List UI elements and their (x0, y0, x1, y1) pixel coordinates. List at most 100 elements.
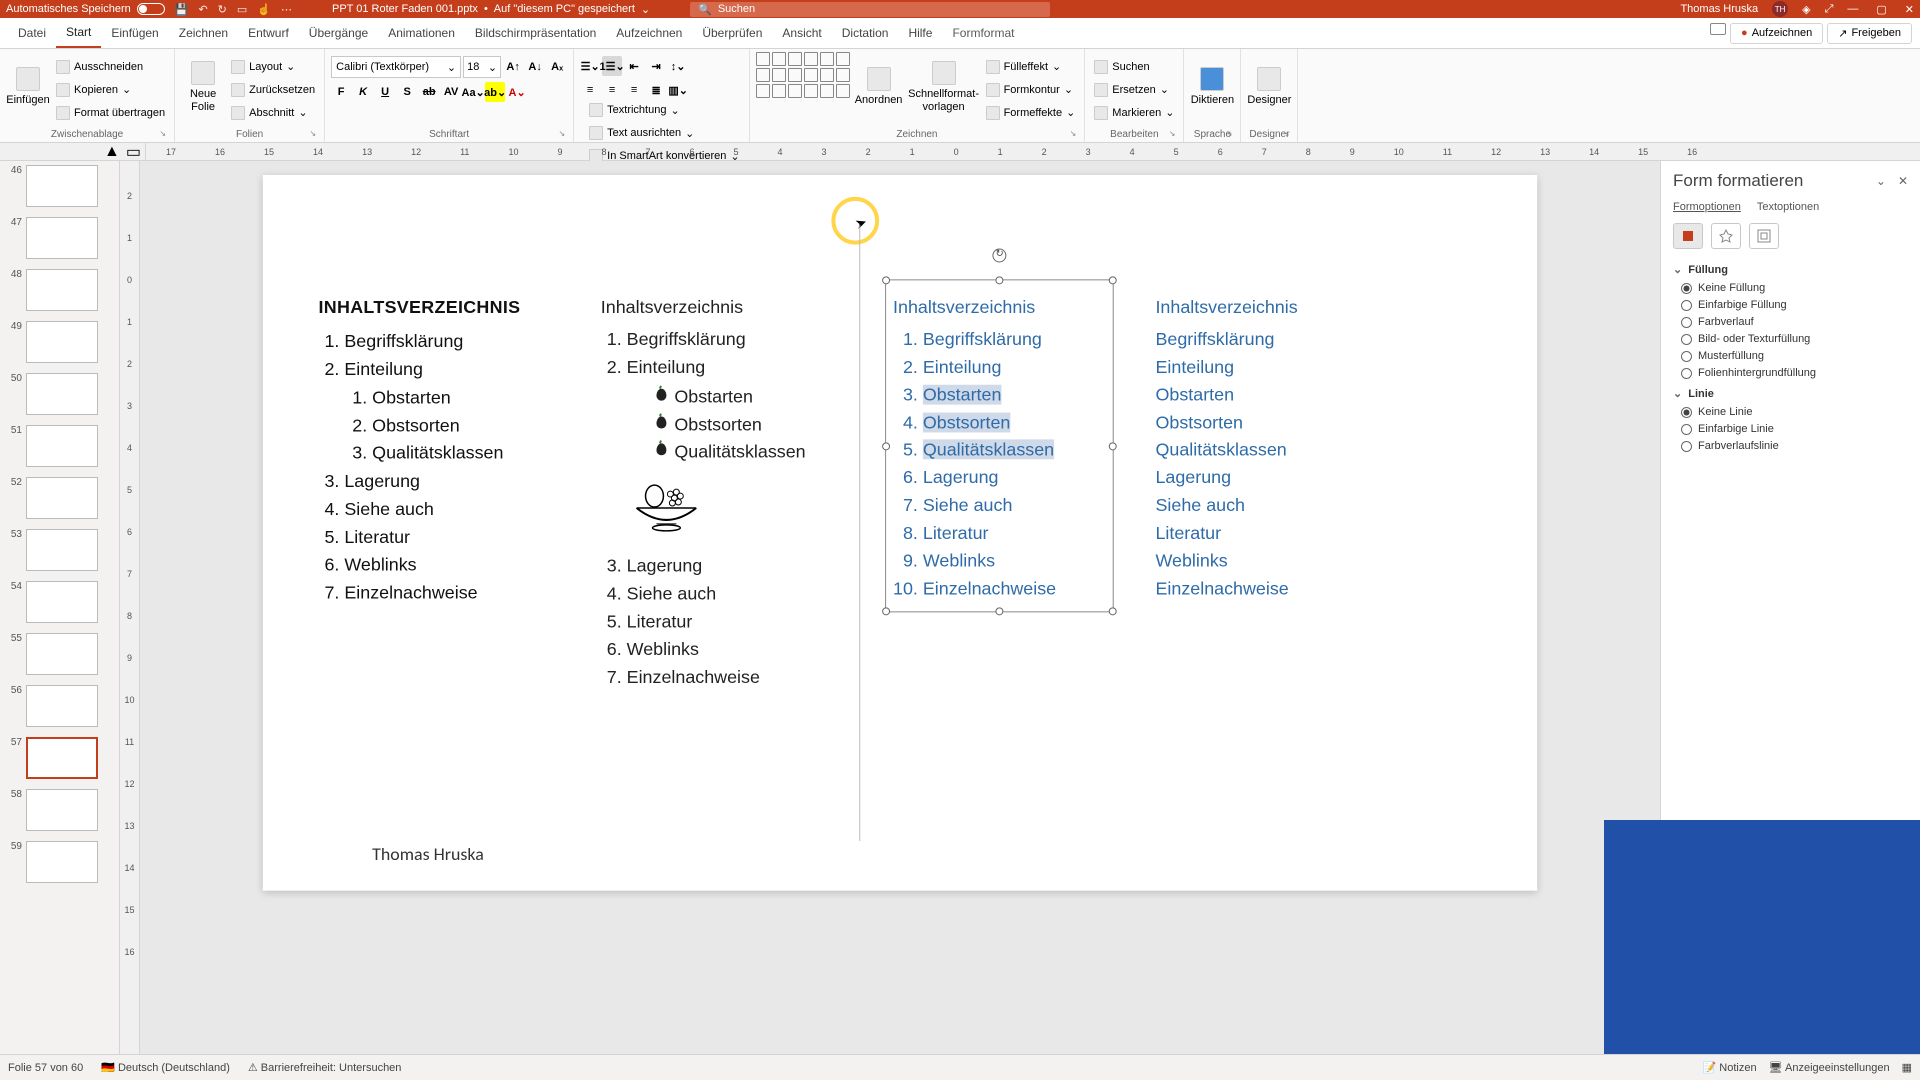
decrease-font-icon[interactable]: A↓ (525, 57, 545, 77)
thumbnail-57[interactable]: 57 (6, 737, 113, 779)
present-icon[interactable]: ▭ (237, 3, 247, 16)
thumbnail-52[interactable]: 52 (6, 477, 113, 519)
tab-hilfe[interactable]: Hilfe (898, 18, 942, 48)
pane-tab-text[interactable]: Textoptionen (1757, 201, 1819, 213)
qat-more-icon[interactable]: ⋯ (281, 3, 292, 16)
thumbnail-55[interactable]: 55 (6, 633, 113, 675)
fill-line-tab-icon[interactable] (1673, 223, 1703, 249)
autosave-toggle[interactable]: Automatisches Speichern (6, 3, 165, 15)
spacing-icon[interactable]: AV (441, 82, 461, 102)
text-direction-button[interactable]: Textrichtung ⌄ (586, 100, 742, 120)
new-slide-button[interactable]: Neue Folie (181, 52, 225, 122)
close-icon[interactable]: ✕ (1905, 3, 1914, 16)
tab-bildschirm[interactable]: Bildschirmpräsentation (465, 18, 606, 48)
tab-start[interactable]: Start (56, 18, 101, 48)
cut-button[interactable]: Ausschneiden (53, 57, 168, 77)
tab-uebergaenge[interactable]: Übergänge (299, 18, 378, 48)
font-size-select[interactable]: 18⌄ (463, 56, 501, 78)
underline-icon[interactable]: U (375, 82, 395, 102)
tab-ansicht[interactable]: Ansicht (772, 18, 831, 48)
avatar[interactable]: TH (1772, 1, 1788, 17)
toc-column-3[interactable]: Inhaltsverzeichnis Begriffsklärung Einte… (893, 294, 1114, 603)
slide-counter[interactable]: Folie 57 von 60 (8, 1062, 83, 1074)
align-center-icon[interactable]: ≡ (602, 80, 622, 100)
justify-icon[interactable]: ≣ (646, 80, 666, 100)
notes-button[interactable]: 📝 Notizen (1703, 1061, 1757, 1074)
thumbnail-56[interactable]: 56 (6, 685, 113, 727)
pane-tab-form[interactable]: Formoptionen (1673, 201, 1741, 213)
font-color-icon[interactable]: A⌄ (507, 82, 527, 102)
thumbnail-51[interactable]: 51 (6, 425, 113, 467)
fill-option[interactable]: Folienhintergrundfüllung (1681, 367, 1908, 379)
pane-close-icon[interactable]: ✕ (1898, 174, 1908, 188)
slide-canvas[interactable]: ➤ INHALTSVERZEICHNIS Begriffsklärung Ein… (263, 175, 1537, 891)
fill-option[interactable]: Bild- oder Texturfüllung (1681, 333, 1908, 345)
increase-font-icon[interactable]: A↑ (503, 57, 523, 77)
dictate-button[interactable]: Diktieren (1190, 52, 1234, 122)
ribbon-mode-icon[interactable]: ⤢ (1825, 3, 1834, 16)
resize-handle[interactable] (995, 607, 1003, 615)
format-painter-button[interactable]: Format übertragen (53, 103, 168, 123)
resize-handle[interactable] (1109, 276, 1117, 284)
toc-column-2[interactable]: Inhaltsverzeichnis Begriffsklärung Einte… (601, 294, 859, 691)
resize-handle[interactable] (882, 607, 890, 615)
outline-button[interactable]: Formkontur ⌄ (983, 80, 1079, 100)
reset-button[interactable]: Zurücksetzen (228, 80, 318, 100)
language-indicator[interactable]: 🇩🇪 Deutsch (Deutschland) (101, 1061, 230, 1074)
slide-thumbnails[interactable]: 4647484950515253545556575859 (0, 161, 120, 1054)
redo-icon[interactable]: ↻ (218, 3, 227, 16)
tab-entwurf[interactable]: Entwurf (238, 18, 299, 48)
pane-options-icon[interactable]: ⌄ (1876, 174, 1886, 188)
toc-column-1[interactable]: INHALTSVERZEICHNIS Begriffsklärung Einte… (319, 294, 587, 607)
tab-ueberpruefen[interactable]: Überprüfen (692, 18, 772, 48)
section-button[interactable]: Abschnitt ⌄ (228, 103, 318, 123)
line-spacing-icon[interactable]: ↕⌄ (668, 56, 688, 76)
tab-animationen[interactable]: Animationen (378, 18, 465, 48)
toc-column-4[interactable]: Inhaltsverzeichnis Begriffsklärung Einte… (1155, 294, 1364, 603)
section-linie[interactable]: Linie (1673, 387, 1908, 400)
case-icon[interactable]: Aa⌄ (463, 82, 483, 102)
tab-formformat[interactable]: Formformat (942, 18, 1024, 48)
chevron-down-icon[interactable]: ⌄ (641, 3, 650, 16)
thumbnail-53[interactable]: 53 (6, 529, 113, 571)
accessibility-check[interactable]: ⚠ Barrierefreiheit: Untersuchen (248, 1061, 402, 1074)
fill-option[interactable]: Einfarbige Füllung (1681, 299, 1908, 311)
thumbnail-58[interactable]: 58 (6, 789, 113, 831)
ruler-horizontal[interactable]: 1716151413121110987654321012345678910111… (146, 143, 1920, 160)
find-button[interactable]: Suchen (1091, 57, 1177, 77)
clear-format-icon[interactable]: Aₓ (547, 57, 567, 77)
section-fuellung[interactable]: Füllung (1673, 263, 1908, 276)
shadow-icon[interactable]: S (397, 82, 417, 102)
tab-datei[interactable]: Datei (8, 18, 56, 48)
line-option[interactable]: Keine Linie (1681, 406, 1908, 418)
numbering-icon[interactable]: 1☰⌄ (602, 56, 622, 76)
designer-button[interactable]: Designer (1247, 52, 1291, 122)
align-right-icon[interactable]: ≡ (624, 80, 644, 100)
toggle-icon[interactable] (137, 3, 165, 15)
tab-einfuegen[interactable]: Einfügen (101, 18, 168, 48)
line-option[interactable]: Farbverlaufslinie (1681, 440, 1908, 452)
size-tab-icon[interactable] (1749, 223, 1779, 249)
aufzeichnen-button[interactable]: ●Aufzeichnen (1730, 23, 1823, 44)
paste-button[interactable]: Einfügen (6, 52, 50, 122)
line-option[interactable]: Einfarbige Linie (1681, 423, 1908, 435)
indent-inc-icon[interactable]: ⇥ (646, 56, 666, 76)
comments-icon[interactable] (1710, 23, 1726, 35)
text-align-button[interactable]: Text ausrichten ⌄ (586, 123, 742, 143)
fill-button[interactable]: Fülleffekt ⌄ (983, 57, 1079, 77)
coming-soon-icon[interactable]: ◈ (1802, 3, 1810, 16)
resize-handle[interactable] (1109, 607, 1117, 615)
rotation-handle[interactable] (992, 249, 1006, 263)
normal-view-icon[interactable]: ▦ (1902, 1061, 1912, 1074)
bold-icon[interactable]: F (331, 82, 351, 102)
tab-aufzeichnen[interactable]: Aufzeichnen (606, 18, 692, 48)
thumbnail-49[interactable]: 49 (6, 321, 113, 363)
copy-button[interactable]: Kopieren ⌄ (53, 80, 168, 100)
thumbnail-47[interactable]: 47 (6, 217, 113, 259)
thumbnail-50[interactable]: 50 (6, 373, 113, 415)
align-left-icon[interactable]: ≡ (580, 80, 600, 100)
display-settings-button[interactable]: 🖥 Anzeigeeinstellungen (1769, 1061, 1890, 1074)
touch-icon[interactable]: ☝ (257, 3, 271, 16)
replace-button[interactable]: Ersetzen ⌄ (1091, 80, 1177, 100)
arrange-button[interactable]: Anordnen (853, 52, 905, 122)
